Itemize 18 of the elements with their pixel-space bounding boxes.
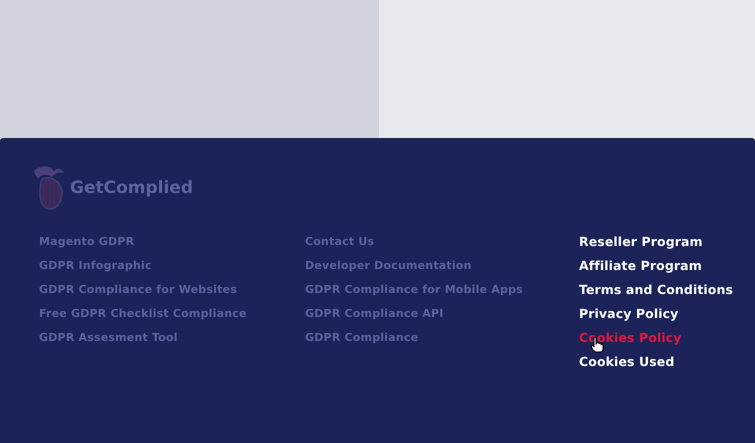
footer-link[interactable]: Terms and Conditions (579, 282, 734, 297)
footer-link[interactable]: Affiliate Program (579, 258, 702, 273)
footer-link[interactable]: GDPR Assesment Tool (39, 331, 178, 344)
brand-logo-text[interactable]: GetComplied (70, 178, 194, 198)
footer-link[interactable]: GDPR Infographic (39, 259, 152, 272)
knight-helmet-icon (32, 165, 66, 211)
footer-link[interactable]: Magento GDPR (39, 235, 134, 248)
footer-link[interactable]: Reseller Program (579, 234, 703, 249)
footer-link[interactable]: Privacy Policy (579, 306, 678, 321)
footer-link[interactable]: GDPR Compliance for Websites (39, 283, 237, 296)
footer-link[interactable]: GDPR Compliance (305, 331, 418, 344)
footer-link[interactable]: Contact Us (305, 235, 374, 248)
footer-link[interactable]: GDPR Compliance API (305, 307, 444, 320)
footer-link[interactable]: Free GDPR Checklist Compliance (39, 307, 247, 320)
footer-link[interactable]: GDPR Compliance for Mobile Apps (305, 283, 523, 296)
footer-link[interactable]: Developer Documentation (305, 259, 472, 272)
footer-link[interactable]: Cookies Used (579, 354, 674, 369)
footer-link[interactable]: Cookies Policy (579, 330, 682, 345)
